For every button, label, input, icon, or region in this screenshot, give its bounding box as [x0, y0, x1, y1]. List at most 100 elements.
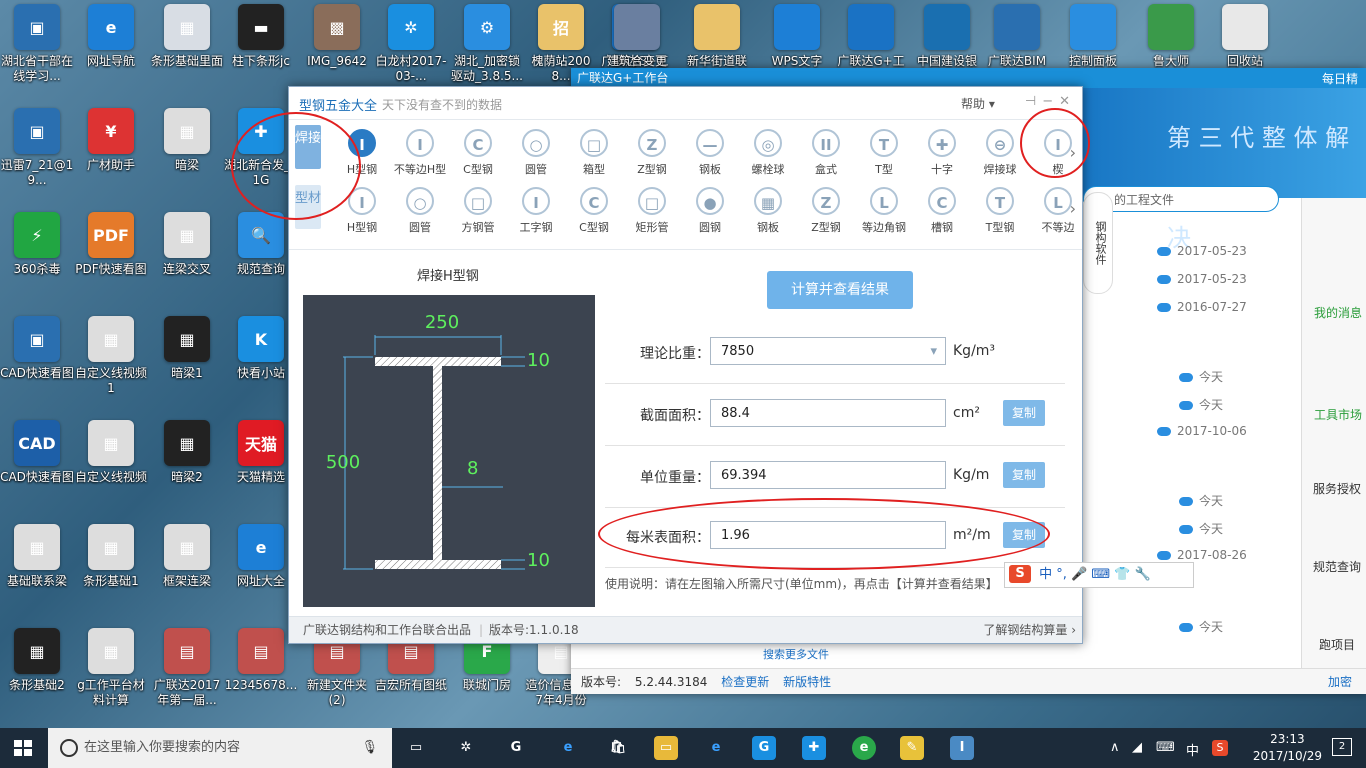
gplus-top-right[interactable]: 每日精 — [1322, 70, 1358, 87]
check-update-link[interactable]: 检查更新 — [721, 675, 769, 689]
shape-item[interactable]: — 钢板 — [681, 129, 739, 177]
desktop-icon[interactable]: ▦ 暗梁 — [150, 108, 224, 173]
width-input[interactable] — [415, 311, 469, 334]
calculate-button[interactable]: 计算并查看结果 — [767, 271, 913, 309]
spec-query-item[interactable]: 规范查询 — [1312, 558, 1362, 575]
pinwheel-icon[interactable]: ✲ — [454, 736, 478, 760]
desktop-icon[interactable]: ¥ 广材助手 — [74, 108, 148, 173]
shape-item[interactable]: C C型钢 — [449, 129, 507, 177]
shape-item[interactable]: I 不等边H型 — [391, 129, 449, 177]
shape-item[interactable]: ◎ 螺栓球 — [739, 129, 797, 177]
desktop-icon[interactable]: ▤ 广联达2017年第一届... — [150, 628, 224, 708]
chevron-down-icon[interactable]: ▾ — [930, 338, 937, 366]
edge-icon[interactable]: e — [556, 736, 580, 760]
file-list-item[interactable]: 今天 — [1179, 368, 1223, 385]
desktop-icon[interactable]: ▦ 条形基础1 — [74, 524, 148, 589]
steel-calc-titlebar[interactable]: 型钢五金大全 天下没有查不到的数据 帮助 ▾ ⊣−✕ — [289, 87, 1082, 120]
desktop-icon[interactable]: ▬ 柱下条形jc — [224, 4, 298, 69]
windows-start-icon[interactable] — [14, 740, 32, 756]
shape-item[interactable]: ○ 圆管 — [507, 129, 565, 177]
desktop-icon[interactable]: 回收站 — [1208, 4, 1282, 68]
desktop-icon[interactable]: ▣ CAD快速看图 — [0, 316, 74, 381]
ime-toolbar[interactable]: S 中 °, 🎤 ⌨ 👕 🔧 — [1004, 562, 1194, 588]
desktop-icon[interactable]: 鲁大师 — [1134, 4, 1208, 68]
shape-item[interactable]: ▦ 钢板 — [739, 187, 797, 235]
shape-item[interactable]: □ 箱型 — [565, 129, 623, 177]
shape-item[interactable]: L 不等边 — [1029, 187, 1087, 235]
file-list-item[interactable]: 今天 — [1179, 396, 1223, 413]
tool-market-title[interactable]: 工具市场 — [1314, 406, 1362, 423]
mic-icon[interactable]: 🎙 — [361, 728, 378, 768]
desktop-icon[interactable]: 广联达BIM — [980, 4, 1054, 68]
new-features-link[interactable]: 新版特性 — [783, 675, 831, 689]
desktop-icon[interactable]: ✲ 白龙村2017-03-... — [374, 4, 448, 84]
network-icon[interactable]: ◢ — [1132, 740, 1142, 755]
steel-calc-taskbar-icon[interactable]: I — [950, 736, 974, 760]
desktop-icon[interactable]: 天猫 天猫精选 — [224, 420, 298, 485]
file-list-item[interactable]: 2016-07-27 — [1157, 300, 1247, 314]
gplus-icon[interactable]: ✚ — [802, 736, 826, 760]
desktop-icon[interactable]: ▤ 12345678... — [224, 628, 298, 693]
shape-item[interactable]: □ 方钢管 — [449, 187, 507, 235]
desktop-icon[interactable]: ▦ 暗梁2 — [150, 420, 224, 485]
shape-item[interactable]: T T型钢 — [971, 187, 1029, 235]
keyboard-icon[interactable]: ⌨ — [1091, 567, 1110, 582]
copy-button[interactable]: 复制 — [1003, 462, 1045, 488]
file-list-item[interactable]: 今天 — [1179, 492, 1223, 509]
shape-item[interactable]: □ 矩形管 — [623, 187, 681, 235]
file-list-item[interactable]: 今天 — [1179, 520, 1223, 537]
file-list-item[interactable]: 2017-05-23 — [1157, 244, 1247, 258]
pin-icon[interactable]: ⊣ — [1025, 94, 1042, 109]
height-input[interactable] — [319, 451, 367, 474]
sogou-icon[interactable]: S — [1009, 565, 1031, 583]
notification-icon[interactable]: 2 — [1332, 738, 1352, 756]
run-project-item[interactable]: 跑项目 — [1312, 636, 1362, 653]
desktop-icon[interactable]: e 网址大全 — [224, 524, 298, 589]
flange-top-input[interactable] — [525, 349, 559, 372]
ime-mode[interactable]: 中 °, — [1039, 567, 1067, 582]
tools-icon[interactable]: 🔧 — [1135, 567, 1151, 582]
search-more-link[interactable]: 搜索更多文件 — [763, 646, 829, 662]
copy-button[interactable]: 复制 — [1003, 400, 1045, 426]
file-list-item[interactable]: 2017-10-06 — [1157, 424, 1247, 438]
flange-bottom-input[interactable] — [525, 549, 559, 572]
learn-more-link[interactable]: 了解钢结构算量 › — [983, 617, 1076, 643]
explorer-icon[interactable]: ▭ — [654, 736, 678, 760]
desktop-icon[interactable]: WPS文字 — [760, 4, 834, 68]
desktop-icon[interactable]: ▣ 迅雷7_21@19... — [0, 108, 74, 188]
web-input[interactable] — [465, 457, 499, 480]
help-menu[interactable]: 帮助 ▾ — [961, 95, 995, 112]
sogou-tray-icon[interactable]: S — [1212, 740, 1228, 756]
desktop-icon[interactable]: ▦ 条形基础里面 — [150, 4, 224, 69]
desktop-icon[interactable]: CAD CAD快速看图 — [0, 420, 74, 485]
keyboard-icon[interactable]: ⌨ — [1156, 740, 1175, 755]
desktop-icon[interactable]: ⚡ 360杀毒 — [0, 212, 74, 277]
file-list-item[interactable]: 2017-08-26 — [1157, 548, 1247, 562]
desktop-icon[interactable]: ▦ 自定义线视频1 — [74, 316, 148, 396]
shape-item[interactable]: ○ 圆管 — [391, 187, 449, 235]
shape-item[interactable]: I 工字钢 — [507, 187, 565, 235]
shape-item[interactable]: Z Z型钢 — [797, 187, 855, 235]
my-messages-title[interactable]: 我的消息 — [1314, 304, 1362, 321]
result-field[interactable]: 69.394 — [710, 461, 946, 489]
file-list-item[interactable]: 2017-05-23 — [1157, 272, 1247, 286]
desktop-icon[interactable]: 新华街道联 — [680, 4, 754, 68]
shape-item[interactable]: II 盒式 — [797, 129, 855, 177]
minimize-icon[interactable]: − — [1042, 94, 1059, 109]
service-auth-item[interactable]: 服务授权 — [1312, 480, 1362, 497]
desktop-icon[interactable]: ▣ 湖北省干部在线学习... — [0, 4, 74, 84]
shape-item[interactable]: Z Z型钢 — [623, 129, 681, 177]
desktop-icon[interactable]: ▦ 基础联系梁 — [0, 524, 74, 589]
chevron-up-icon[interactable]: ∧ — [1110, 740, 1120, 755]
desktop-icon[interactable]: ▦ 框架连梁 — [150, 524, 224, 589]
desktop-icon[interactable]: 中国建设银 — [910, 4, 984, 68]
desktop-icon[interactable]: ▦ 条形基础2 — [0, 628, 74, 693]
desktop-icon[interactable]: 🔍 规范查询 — [224, 212, 298, 277]
shape-item[interactable]: ✚ 十字 — [913, 129, 971, 177]
desktop-icon[interactable]: ▦ 自定义线视频 — [74, 420, 148, 485]
mic-icon[interactable]: 🎤 — [1071, 567, 1087, 582]
shape-item[interactable]: T T型 — [855, 129, 913, 177]
shape-item[interactable]: L 等边角钢 — [855, 187, 913, 235]
glodon-icon[interactable]: G — [752, 736, 776, 760]
encrypt-status[interactable]: 加密 — [1328, 669, 1352, 695]
